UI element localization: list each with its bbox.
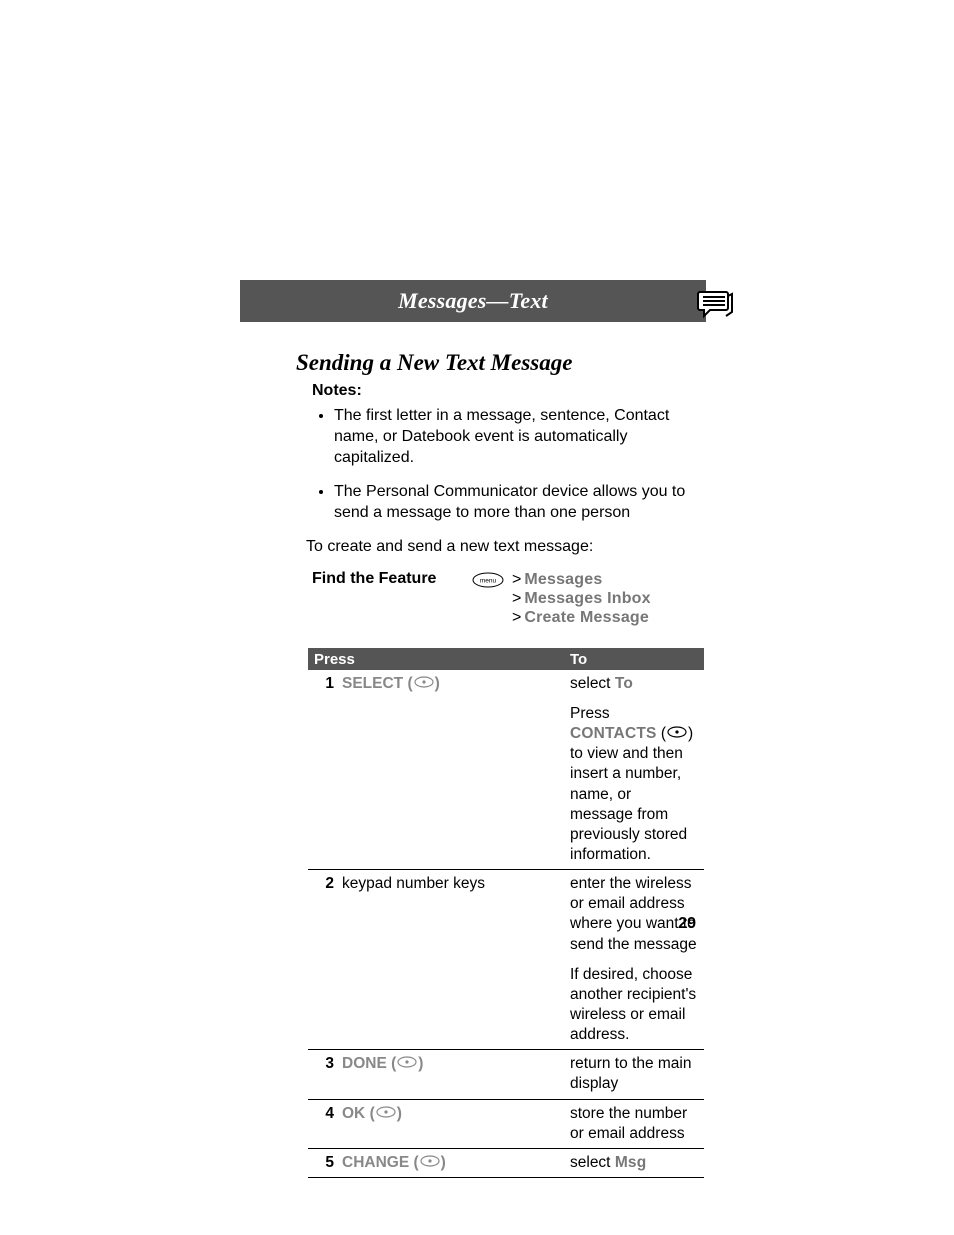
paren: ) [435,675,440,692]
title-bar-text: Messages—Text [398,288,548,314]
to-cell: If desired, choose another recipient's w… [564,959,704,1050]
page: Messages—Text Sending a New Text Message… [0,0,954,1235]
press-cmd: CHANGE [342,1154,409,1171]
to-cell: Press CONTACTS () to view and then inser… [564,698,704,870]
col-to: To [564,648,704,670]
note-item: The Personal Communicator device allows … [334,482,699,524]
table-row: 4 OK () store the number or email addres… [308,1099,704,1148]
to-cell: select Msg [564,1148,704,1177]
step-number: 4 [308,1099,336,1148]
note-item: The first letter in a message, sentence,… [334,406,699,468]
press-cell: SELECT () [336,670,564,698]
page-number: 29 [678,915,696,933]
notes-label: Notes: [312,382,699,400]
press-cmd: SELECT [342,675,403,692]
to-cmd: Msg [615,1154,647,1171]
step-number: 5 [308,1148,336,1177]
to-cell: store the number or email address [564,1099,704,1148]
col-press: Press [308,648,564,670]
to-cmd: To [615,675,633,692]
ftf-path: >Messages >Messages Inbox >Create Messag… [512,570,651,628]
step-number: 2 [308,870,336,959]
center-key-icon [420,1153,440,1173]
lead-text: To create and send a new text message: [306,538,699,556]
ftf-cmd: Messages Inbox [524,590,650,607]
table-row: 3 DONE () return to the main display [308,1050,704,1099]
table-row: Press CONTACTS () to view and then inser… [308,698,704,870]
press-cell: DONE () [336,1050,564,1099]
ftf-label: Find the Feature [312,570,472,588]
table-row: 2 keypad number keys enter the wireless … [308,870,704,959]
to-text: Press [570,705,610,722]
to-cell: return to the main display [564,1050,704,1099]
content-block: Notes: The first letter in a message, se… [312,382,699,1178]
table-row: 5 CHANGE () select Msg [308,1148,704,1177]
to-cell: select To [564,670,704,698]
to-cmd: CONTACTS [570,725,657,742]
step-number: 1 [308,670,336,698]
section-heading: Sending a New Text Message [296,350,699,376]
to-text: select [570,1154,615,1171]
press-cell: CHANGE () [336,1148,564,1177]
press-cell: keypad number keys [336,870,564,959]
ftf-cmd: Create Message [524,609,649,626]
ftf-line: >Messages [512,570,651,589]
to-text: select [570,675,615,692]
paren: ( [407,675,412,692]
ftf-line: >Messages Inbox [512,589,651,608]
press-cmd: OK [342,1105,365,1122]
ftf-line: >Create Message [512,608,651,627]
center-key-icon [414,674,434,694]
table-row: If desired, choose another recipient's w… [308,959,704,1050]
center-key-icon [667,724,687,744]
center-key-icon [397,1054,417,1074]
titlebar-wrap: Messages—Text [240,280,706,322]
steps-table: Press To 1 SELECT () select To [308,648,704,1179]
table-row: 1 SELECT () select To [308,670,704,698]
to-text: to view and then insert a number, name, … [570,745,687,863]
notes-list: The first letter in a message, sentence,… [312,406,699,524]
messages-icon [694,282,738,327]
press-cell: OK () [336,1099,564,1148]
ftf-cmd: Messages [524,571,602,588]
step-number: 3 [308,1050,336,1099]
center-key-icon [376,1104,396,1124]
title-bar: Messages—Text [240,280,706,322]
find-the-feature: Find the Feature menu >Messages >Message… [312,570,699,628]
press-cmd: DONE [342,1055,387,1072]
svg-text:menu: menu [480,577,497,584]
menu-key-icon: menu [472,572,504,588]
